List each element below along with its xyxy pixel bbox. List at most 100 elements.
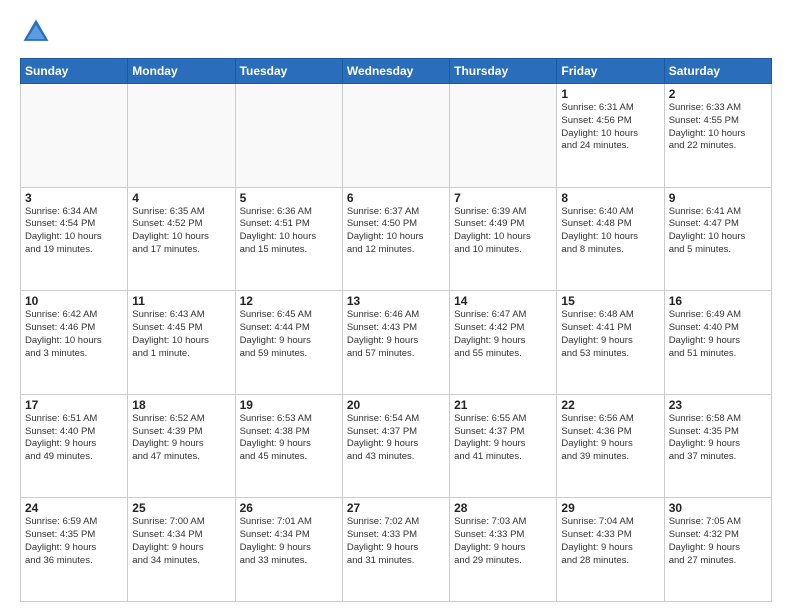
day-info: Sunrise: 6:40 AM Sunset: 4:48 PM Dayligh… (561, 206, 659, 257)
calendar-cell: 8Sunrise: 6:40 AM Sunset: 4:48 PM Daylig… (557, 187, 664, 291)
day-info: Sunrise: 6:51 AM Sunset: 4:40 PM Dayligh… (25, 413, 123, 464)
calendar-header-wednesday: Wednesday (342, 59, 449, 84)
day-info: Sunrise: 6:33 AM Sunset: 4:55 PM Dayligh… (669, 102, 767, 153)
calendar-cell: 3Sunrise: 6:34 AM Sunset: 4:54 PM Daylig… (21, 187, 128, 291)
day-info: Sunrise: 6:52 AM Sunset: 4:39 PM Dayligh… (132, 413, 230, 464)
day-number: 23 (669, 398, 767, 412)
calendar-cell: 7Sunrise: 6:39 AM Sunset: 4:49 PM Daylig… (450, 187, 557, 291)
calendar-cell (235, 84, 342, 188)
day-info: Sunrise: 7:01 AM Sunset: 4:34 PM Dayligh… (240, 516, 338, 567)
calendar-header-thursday: Thursday (450, 59, 557, 84)
calendar-cell: 2Sunrise: 6:33 AM Sunset: 4:55 PM Daylig… (664, 84, 771, 188)
day-number: 21 (454, 398, 552, 412)
day-number: 27 (347, 501, 445, 515)
calendar-cell: 9Sunrise: 6:41 AM Sunset: 4:47 PM Daylig… (664, 187, 771, 291)
day-info: Sunrise: 6:36 AM Sunset: 4:51 PM Dayligh… (240, 206, 338, 257)
calendar-header-monday: Monday (128, 59, 235, 84)
calendar-header-row: SundayMondayTuesdayWednesdayThursdayFrid… (21, 59, 772, 84)
day-info: Sunrise: 7:05 AM Sunset: 4:32 PM Dayligh… (669, 516, 767, 567)
day-info: Sunrise: 6:31 AM Sunset: 4:56 PM Dayligh… (561, 102, 659, 153)
day-info: Sunrise: 7:04 AM Sunset: 4:33 PM Dayligh… (561, 516, 659, 567)
calendar-week-4: 24Sunrise: 6:59 AM Sunset: 4:35 PM Dayli… (21, 498, 772, 602)
calendar-cell: 25Sunrise: 7:00 AM Sunset: 4:34 PM Dayli… (128, 498, 235, 602)
day-info: Sunrise: 6:45 AM Sunset: 4:44 PM Dayligh… (240, 309, 338, 360)
day-number: 26 (240, 501, 338, 515)
calendar-cell (128, 84, 235, 188)
day-number: 25 (132, 501, 230, 515)
calendar-cell: 21Sunrise: 6:55 AM Sunset: 4:37 PM Dayli… (450, 394, 557, 498)
day-number: 5 (240, 191, 338, 205)
day-info: Sunrise: 6:37 AM Sunset: 4:50 PM Dayligh… (347, 206, 445, 257)
day-number: 17 (25, 398, 123, 412)
day-number: 19 (240, 398, 338, 412)
calendar-cell: 17Sunrise: 6:51 AM Sunset: 4:40 PM Dayli… (21, 394, 128, 498)
day-number: 29 (561, 501, 659, 515)
calendar-cell: 15Sunrise: 6:48 AM Sunset: 4:41 PM Dayli… (557, 291, 664, 395)
day-info: Sunrise: 6:41 AM Sunset: 4:47 PM Dayligh… (669, 206, 767, 257)
calendar-cell: 19Sunrise: 6:53 AM Sunset: 4:38 PM Dayli… (235, 394, 342, 498)
day-number: 13 (347, 294, 445, 308)
day-info: Sunrise: 6:47 AM Sunset: 4:42 PM Dayligh… (454, 309, 552, 360)
calendar-cell: 13Sunrise: 6:46 AM Sunset: 4:43 PM Dayli… (342, 291, 449, 395)
day-number: 2 (669, 87, 767, 101)
calendar-cell: 10Sunrise: 6:42 AM Sunset: 4:46 PM Dayli… (21, 291, 128, 395)
calendar-cell: 14Sunrise: 6:47 AM Sunset: 4:42 PM Dayli… (450, 291, 557, 395)
calendar-cell: 5Sunrise: 6:36 AM Sunset: 4:51 PM Daylig… (235, 187, 342, 291)
calendar-week-1: 3Sunrise: 6:34 AM Sunset: 4:54 PM Daylig… (21, 187, 772, 291)
calendar-header-tuesday: Tuesday (235, 59, 342, 84)
calendar-cell: 20Sunrise: 6:54 AM Sunset: 4:37 PM Dayli… (342, 394, 449, 498)
day-info: Sunrise: 6:55 AM Sunset: 4:37 PM Dayligh… (454, 413, 552, 464)
calendar-cell: 1Sunrise: 6:31 AM Sunset: 4:56 PM Daylig… (557, 84, 664, 188)
day-number: 16 (669, 294, 767, 308)
day-info: Sunrise: 6:34 AM Sunset: 4:54 PM Dayligh… (25, 206, 123, 257)
day-info: Sunrise: 6:39 AM Sunset: 4:49 PM Dayligh… (454, 206, 552, 257)
calendar-week-2: 10Sunrise: 6:42 AM Sunset: 4:46 PM Dayli… (21, 291, 772, 395)
day-number: 14 (454, 294, 552, 308)
calendar-cell: 30Sunrise: 7:05 AM Sunset: 4:32 PM Dayli… (664, 498, 771, 602)
page: SundayMondayTuesdayWednesdayThursdayFrid… (0, 0, 792, 612)
day-info: Sunrise: 7:03 AM Sunset: 4:33 PM Dayligh… (454, 516, 552, 567)
day-info: Sunrise: 6:49 AM Sunset: 4:40 PM Dayligh… (669, 309, 767, 360)
calendar-cell: 16Sunrise: 6:49 AM Sunset: 4:40 PM Dayli… (664, 291, 771, 395)
calendar-cell: 24Sunrise: 6:59 AM Sunset: 4:35 PM Dayli… (21, 498, 128, 602)
calendar-cell: 29Sunrise: 7:04 AM Sunset: 4:33 PM Dayli… (557, 498, 664, 602)
day-number: 4 (132, 191, 230, 205)
day-info: Sunrise: 6:54 AM Sunset: 4:37 PM Dayligh… (347, 413, 445, 464)
day-info: Sunrise: 6:42 AM Sunset: 4:46 PM Dayligh… (25, 309, 123, 360)
calendar-week-0: 1Sunrise: 6:31 AM Sunset: 4:56 PM Daylig… (21, 84, 772, 188)
logo-icon (20, 16, 52, 48)
day-info: Sunrise: 6:35 AM Sunset: 4:52 PM Dayligh… (132, 206, 230, 257)
day-number: 11 (132, 294, 230, 308)
calendar-header-friday: Friday (557, 59, 664, 84)
day-number: 10 (25, 294, 123, 308)
calendar-cell: 18Sunrise: 6:52 AM Sunset: 4:39 PM Dayli… (128, 394, 235, 498)
day-info: Sunrise: 6:56 AM Sunset: 4:36 PM Dayligh… (561, 413, 659, 464)
day-info: Sunrise: 7:02 AM Sunset: 4:33 PM Dayligh… (347, 516, 445, 567)
calendar-cell: 4Sunrise: 6:35 AM Sunset: 4:52 PM Daylig… (128, 187, 235, 291)
day-info: Sunrise: 6:46 AM Sunset: 4:43 PM Dayligh… (347, 309, 445, 360)
day-number: 8 (561, 191, 659, 205)
day-number: 9 (669, 191, 767, 205)
day-info: Sunrise: 6:53 AM Sunset: 4:38 PM Dayligh… (240, 413, 338, 464)
day-number: 3 (25, 191, 123, 205)
calendar-cell: 22Sunrise: 6:56 AM Sunset: 4:36 PM Dayli… (557, 394, 664, 498)
calendar-cell: 27Sunrise: 7:02 AM Sunset: 4:33 PM Dayli… (342, 498, 449, 602)
calendar-cell: 11Sunrise: 6:43 AM Sunset: 4:45 PM Dayli… (128, 291, 235, 395)
day-info: Sunrise: 6:48 AM Sunset: 4:41 PM Dayligh… (561, 309, 659, 360)
day-number: 28 (454, 501, 552, 515)
day-number: 15 (561, 294, 659, 308)
calendar-cell (21, 84, 128, 188)
calendar-header-saturday: Saturday (664, 59, 771, 84)
day-info: Sunrise: 6:59 AM Sunset: 4:35 PM Dayligh… (25, 516, 123, 567)
day-number: 18 (132, 398, 230, 412)
calendar-cell (342, 84, 449, 188)
calendar-week-3: 17Sunrise: 6:51 AM Sunset: 4:40 PM Dayli… (21, 394, 772, 498)
day-number: 24 (25, 501, 123, 515)
calendar-header-sunday: Sunday (21, 59, 128, 84)
day-number: 20 (347, 398, 445, 412)
calendar-table: SundayMondayTuesdayWednesdayThursdayFrid… (20, 58, 772, 602)
day-number: 30 (669, 501, 767, 515)
day-number: 22 (561, 398, 659, 412)
day-info: Sunrise: 6:43 AM Sunset: 4:45 PM Dayligh… (132, 309, 230, 360)
header (20, 16, 772, 48)
